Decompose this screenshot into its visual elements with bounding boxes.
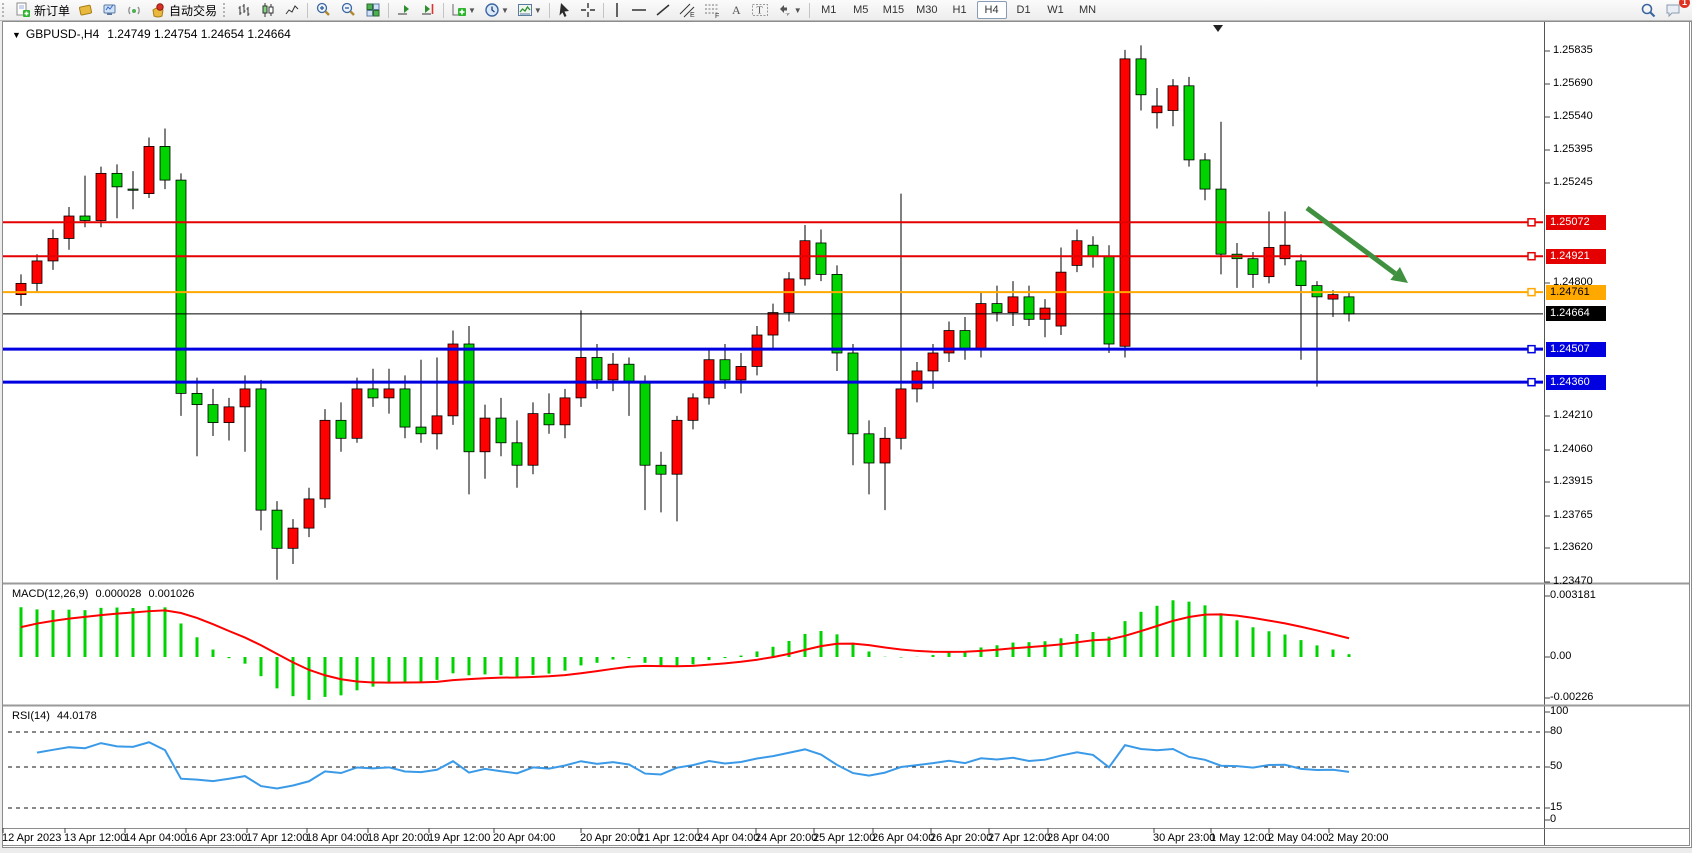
candle <box>592 357 602 379</box>
candle <box>480 418 490 452</box>
candle <box>704 360 714 398</box>
candle <box>688 398 698 420</box>
candle <box>288 528 298 548</box>
candle <box>208 405 218 423</box>
candle <box>160 146 170 180</box>
candle <box>784 279 794 313</box>
candle <box>64 216 74 238</box>
candle <box>1328 295 1338 299</box>
candle <box>1264 247 1274 276</box>
candle <box>1168 86 1178 111</box>
candle <box>224 407 234 423</box>
candle <box>384 389 394 398</box>
candle <box>352 389 362 438</box>
candle <box>448 344 458 416</box>
candle <box>864 434 874 463</box>
candle <box>560 398 570 425</box>
candle <box>976 304 986 349</box>
candle <box>432 416 442 434</box>
line-handle[interactable] <box>1528 289 1535 296</box>
line-handle[interactable] <box>1528 219 1535 226</box>
candle <box>1024 297 1034 319</box>
candle <box>1088 245 1098 256</box>
candle <box>768 313 778 335</box>
candle <box>320 420 330 499</box>
candle <box>1104 256 1114 344</box>
line-handle[interactable] <box>1528 346 1535 353</box>
candle <box>1072 241 1082 266</box>
candle <box>912 371 922 389</box>
candle <box>96 173 106 220</box>
candle <box>128 189 138 190</box>
candle <box>1296 261 1306 286</box>
candle <box>112 173 122 186</box>
candle <box>48 238 58 260</box>
line-handle[interactable] <box>1528 253 1535 260</box>
candle <box>512 443 522 465</box>
candle <box>1184 86 1194 160</box>
candle <box>992 304 1002 313</box>
candle <box>880 438 890 463</box>
candle <box>544 414 554 425</box>
candle <box>144 146 154 193</box>
candle <box>400 389 410 427</box>
candle <box>576 357 586 397</box>
candle <box>1248 259 1258 275</box>
candle <box>640 382 650 465</box>
candle <box>1120 59 1130 346</box>
candle <box>624 364 634 382</box>
candle <box>176 180 186 393</box>
candle <box>1344 297 1354 314</box>
candle <box>752 335 762 366</box>
candle <box>720 360 730 380</box>
candle <box>368 389 378 398</box>
candle <box>1200 160 1210 189</box>
candle <box>496 418 506 443</box>
candle <box>608 364 618 380</box>
candle <box>1152 106 1162 113</box>
candle <box>896 389 906 438</box>
candle <box>272 510 282 548</box>
mt4-window: 新订单 自动交易 <box>0 0 1692 853</box>
candle <box>304 499 314 528</box>
candle <box>800 241 810 279</box>
candle <box>192 393 202 404</box>
candle <box>336 420 346 438</box>
chart-canvas[interactable] <box>0 0 1692 853</box>
candle <box>656 465 666 474</box>
candle <box>464 344 474 452</box>
candle <box>848 353 858 434</box>
candle <box>80 216 90 220</box>
candle <box>1008 297 1018 313</box>
candle <box>32 261 42 283</box>
candle <box>1136 59 1146 95</box>
line-handle[interactable] <box>1528 379 1535 386</box>
candle <box>960 331 970 349</box>
candle <box>736 366 746 379</box>
candle <box>672 420 682 474</box>
candle <box>240 389 250 407</box>
candle <box>928 353 938 371</box>
candle <box>256 389 266 510</box>
candle <box>528 414 538 466</box>
candle <box>1056 272 1066 326</box>
candle <box>816 243 826 274</box>
candle <box>416 427 426 434</box>
